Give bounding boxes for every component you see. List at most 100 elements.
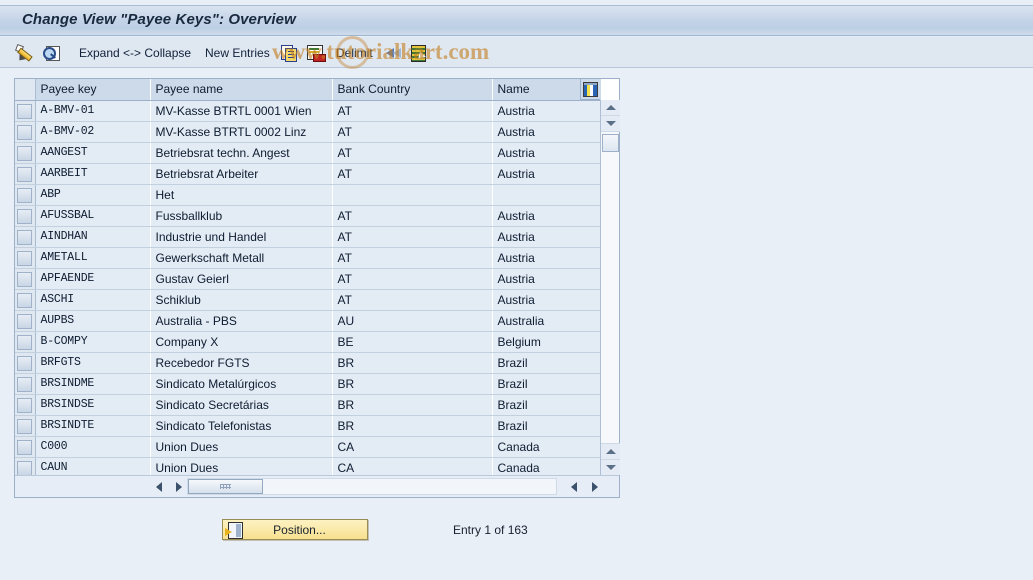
row-select-button[interactable] xyxy=(17,251,32,266)
cell-country-name[interactable]: Canada xyxy=(492,436,602,458)
table-row[interactable]: AFUSSBAL Fussballklub AT Austria xyxy=(15,205,602,227)
table-row[interactable]: AARBEIT Betriebsrat Arbeiter AT Austria xyxy=(15,163,602,185)
cell-payee-key[interactable]: BRSINDTE xyxy=(35,415,151,437)
row-select-cell[interactable] xyxy=(15,310,36,332)
cell-country-name[interactable]: Austria xyxy=(492,163,602,185)
scroll-down-button[interactable] xyxy=(601,459,620,475)
table-row[interactable]: A-BMV-02 MV-Kasse BTRTL 0002 Linz AT Austri… xyxy=(15,121,602,143)
table-row[interactable]: BRSINDTE Sindicato Telefonistas BR Brazil xyxy=(15,415,602,437)
row-select-button[interactable] xyxy=(17,356,32,371)
scroll-page-down-button[interactable] xyxy=(601,443,620,459)
table-horizontal-scrollbar[interactable] xyxy=(15,475,619,497)
cell-country-name[interactable]: Austria xyxy=(492,100,602,122)
row-select-cell[interactable] xyxy=(15,226,36,248)
cell-payee-key[interactable]: AARBEIT xyxy=(35,163,151,185)
cell-country-name[interactable]: Belgium xyxy=(492,331,602,353)
table-row[interactable]: C000 Union Dues CA Canada xyxy=(15,436,602,458)
delimit-icon-button[interactable] xyxy=(385,37,403,68)
cell-country-name[interactable]: Brazil xyxy=(492,394,602,416)
cell-bank-country[interactable]: BR xyxy=(332,373,493,395)
select-all-header[interactable] xyxy=(15,79,36,101)
cell-payee-name[interactable]: Betriebsrat techn. Angest xyxy=(150,142,333,164)
scroll-up-button[interactable] xyxy=(601,100,620,116)
row-select-cell[interactable] xyxy=(15,331,36,353)
cell-payee-key[interactable]: AFUSSBAL xyxy=(35,205,151,227)
cell-country-name[interactable]: Austria xyxy=(492,205,602,227)
vertical-scroll-thumb[interactable] xyxy=(601,134,619,152)
column-header-payee-name[interactable]: Payee name xyxy=(150,79,333,101)
cell-payee-key[interactable]: BRSINDSE xyxy=(35,394,151,416)
cell-payee-name[interactable]: Australia - PBS xyxy=(150,310,333,332)
row-select-button[interactable] xyxy=(17,440,32,455)
cell-payee-name[interactable]: Het xyxy=(150,184,333,206)
row-select-cell[interactable] xyxy=(15,100,36,122)
cell-bank-country[interactable]: BR xyxy=(332,394,493,416)
row-select-button[interactable] xyxy=(17,314,32,329)
row-select-cell[interactable] xyxy=(15,415,36,437)
select-table-button[interactable] xyxy=(411,37,428,68)
cell-country-name[interactable]: Brazil xyxy=(492,373,602,395)
cell-country-name[interactable]: Brazil xyxy=(492,352,602,374)
table-row[interactable]: AMETALL Gewerkschaft Metall AT Austria xyxy=(15,247,602,269)
cell-bank-country[interactable] xyxy=(332,184,493,206)
column-config-button[interactable] xyxy=(580,79,600,100)
row-select-button[interactable] xyxy=(17,125,32,140)
hscroll-last-column-button[interactable] xyxy=(587,479,602,494)
column-header-bank-country[interactable]: Bank Country xyxy=(332,79,493,101)
cell-payee-name[interactable]: Sindicato Metalúrgicos xyxy=(150,373,333,395)
row-select-button[interactable] xyxy=(17,335,32,350)
table-row[interactable]: BRFGTS Recebedor FGTS BR Brazil xyxy=(15,352,602,374)
row-select-button[interactable] xyxy=(17,104,32,119)
horizontal-scroll-track[interactable] xyxy=(187,478,557,495)
cell-bank-country[interactable]: AT xyxy=(332,205,493,227)
cell-payee-name[interactable]: Industrie und Handel xyxy=(150,226,333,248)
table-row[interactable]: AINDHAN Industrie und Handel AT Austria xyxy=(15,226,602,248)
cell-bank-country[interactable]: AT xyxy=(332,289,493,311)
row-select-button[interactable] xyxy=(17,377,32,392)
row-select-cell[interactable] xyxy=(15,205,36,227)
cell-country-name[interactable]: Austria xyxy=(492,121,602,143)
table-row[interactable]: AANGEST Betriebsrat techn. Angest AT Austri… xyxy=(15,142,602,164)
table-row[interactable]: AUPBS Australia - PBS AU Australia xyxy=(15,310,602,332)
row-select-cell[interactable] xyxy=(15,142,36,164)
table-row[interactable]: BRSINDSE Sindicato Secretárias BR Brazil xyxy=(15,394,602,416)
cell-payee-key[interactable]: B-COMPY xyxy=(35,331,151,353)
cell-payee-key[interactable]: ASCHI xyxy=(35,289,151,311)
table-row[interactable]: A-BMV-01 MV-Kasse BTRTL 0001 Wien AT Austri… xyxy=(15,100,602,122)
table-row[interactable]: B-COMPY Company X BE Belgium xyxy=(15,331,602,353)
table-row[interactable]: APFAENDE Gustav Geierl AT Austria xyxy=(15,268,602,290)
row-select-cell[interactable] xyxy=(15,247,36,269)
hscroll-first-column-button[interactable] xyxy=(566,479,581,494)
row-select-button[interactable] xyxy=(17,419,32,434)
cell-bank-country[interactable]: AT xyxy=(332,268,493,290)
row-select-cell[interactable] xyxy=(15,184,36,206)
cell-payee-name[interactable]: Fussballklub xyxy=(150,205,333,227)
cell-payee-key[interactable]: BRSINDME xyxy=(35,373,151,395)
cell-payee-key[interactable]: AANGEST xyxy=(35,142,151,164)
cell-country-name[interactable]: Brazil xyxy=(492,415,602,437)
cell-payee-key[interactable]: AINDHAN xyxy=(35,226,151,248)
row-select-cell[interactable] xyxy=(15,289,36,311)
cell-bank-country[interactable]: AT xyxy=(332,121,493,143)
cell-country-name[interactable]: Austria xyxy=(492,247,602,269)
cell-payee-key[interactable]: C000 xyxy=(35,436,151,458)
scroll-page-up-button[interactable] xyxy=(601,116,620,132)
horizontal-scroll-thumb[interactable] xyxy=(188,479,263,494)
column-header-payee-key[interactable]: Payee key xyxy=(35,79,151,101)
cell-country-name[interactable]: Austria xyxy=(492,289,602,311)
row-select-cell[interactable] xyxy=(15,268,36,290)
expand-collapse-button[interactable]: Expand <-> Collapse xyxy=(76,37,194,68)
row-select-cell[interactable] xyxy=(15,163,36,185)
row-select-button[interactable] xyxy=(17,146,32,161)
row-select-button[interactable] xyxy=(17,398,32,413)
cell-country-name[interactable] xyxy=(492,184,602,206)
cell-payee-key[interactable]: AUPBS xyxy=(35,310,151,332)
cell-bank-country[interactable]: CA xyxy=(332,436,493,458)
table-row[interactable]: ASCHI Schiklub AT Austria xyxy=(15,289,602,311)
table-row[interactable]: ABP Het xyxy=(15,184,602,206)
cell-payee-key[interactable]: BRFGTS xyxy=(35,352,151,374)
cell-bank-country[interactable]: BR xyxy=(332,352,493,374)
row-select-cell[interactable] xyxy=(15,352,36,374)
cell-payee-name[interactable]: MV-Kasse BTRTL 0001 Wien xyxy=(150,100,333,122)
cell-country-name[interactable]: Austria xyxy=(492,226,602,248)
